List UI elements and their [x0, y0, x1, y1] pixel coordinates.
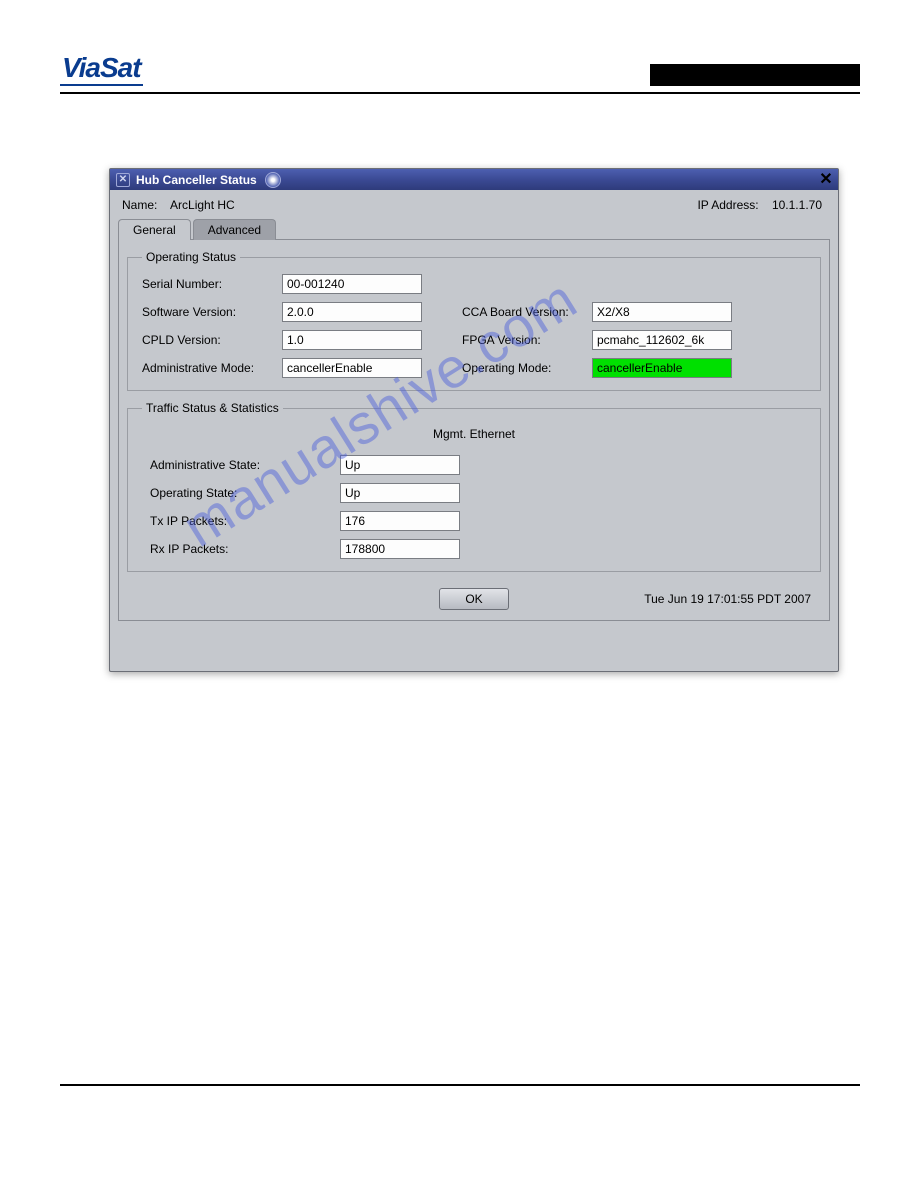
- traffic-status-legend: Traffic Status & Statistics: [142, 401, 283, 415]
- admin-mode-field[interactable]: cancellerEnable: [282, 358, 422, 378]
- ok-button[interactable]: OK: [439, 588, 509, 610]
- tx-packets-label: Tx IP Packets:: [150, 514, 340, 528]
- cpld-field[interactable]: 1.0: [282, 330, 422, 350]
- rx-packets-field[interactable]: 178800: [340, 539, 460, 559]
- fpga-field[interactable]: pcmahc_112602_6k: [592, 330, 732, 350]
- cpld-label: CPLD Version:: [142, 333, 282, 347]
- close-icon[interactable]: ✕: [817, 170, 835, 188]
- page-footer: [60, 1084, 860, 1124]
- oper-mode-field[interactable]: cancellerEnable: [592, 358, 732, 378]
- admin-state-field[interactable]: Up: [340, 455, 460, 475]
- tx-packets-field[interactable]: 176: [340, 511, 460, 531]
- serial-label: Serial Number:: [142, 277, 282, 291]
- serial-field[interactable]: 00-001240: [282, 274, 422, 294]
- ip-value: 10.1.1.70: [772, 198, 822, 212]
- swirl-icon: [265, 172, 281, 188]
- software-field[interactable]: 2.0.0: [282, 302, 422, 322]
- hub-canceller-status-dialog: ✕ Hub Canceller Status ✕ Name: ArcLight …: [109, 168, 839, 672]
- timestamp: Tue Jun 19 17:01:55 PDT 2007: [644, 592, 811, 606]
- operating-status-legend: Operating Status: [142, 250, 240, 264]
- cca-label: CCA Board Version:: [462, 305, 592, 319]
- dialog-bottom-row: OK Tue Jun 19 17:01:55 PDT 2007: [127, 582, 821, 612]
- rx-packets-label: Rx IP Packets:: [150, 542, 340, 556]
- system-menu-icon[interactable]: ✕: [116, 173, 130, 187]
- traffic-status-fieldset: Traffic Status & Statistics Mgmt. Ethern…: [127, 401, 821, 572]
- dialog-titlebar[interactable]: ✕ Hub Canceller Status ✕: [110, 169, 838, 190]
- software-label: Software Version:: [142, 305, 282, 319]
- oper-mode-label: Operating Mode:: [462, 361, 592, 375]
- general-panel: Operating Status Serial Number: 00-00124…: [118, 239, 830, 621]
- dialog-info-row: Name: ArcLight HC IP Address: 10.1.1.70: [110, 190, 838, 216]
- tab-advanced[interactable]: Advanced: [193, 219, 276, 240]
- oper-state-field[interactable]: Up: [340, 483, 460, 503]
- cca-field[interactable]: X2/X8: [592, 302, 732, 322]
- admin-mode-label: Administrative Mode:: [142, 361, 282, 375]
- oper-state-label: Operating State:: [150, 486, 340, 500]
- name-label: Name:: [122, 198, 157, 212]
- tab-general[interactable]: General: [118, 219, 191, 240]
- operating-status-fieldset: Operating Status Serial Number: 00-00124…: [127, 250, 821, 391]
- admin-state-label: Administrative State:: [150, 458, 340, 472]
- page-header: ViaSat: [60, 52, 860, 94]
- ip-label: IP Address:: [697, 198, 758, 212]
- header-black-bar: [650, 64, 860, 86]
- fpga-label: FPGA Version:: [462, 333, 592, 347]
- dialog-title: Hub Canceller Status: [136, 173, 257, 187]
- tab-bar: General Advanced: [118, 218, 838, 239]
- name-value: ArcLight HC: [170, 198, 235, 212]
- traffic-subtitle: Mgmt. Ethernet: [142, 427, 806, 441]
- viasat-logo: ViaSat: [60, 52, 143, 86]
